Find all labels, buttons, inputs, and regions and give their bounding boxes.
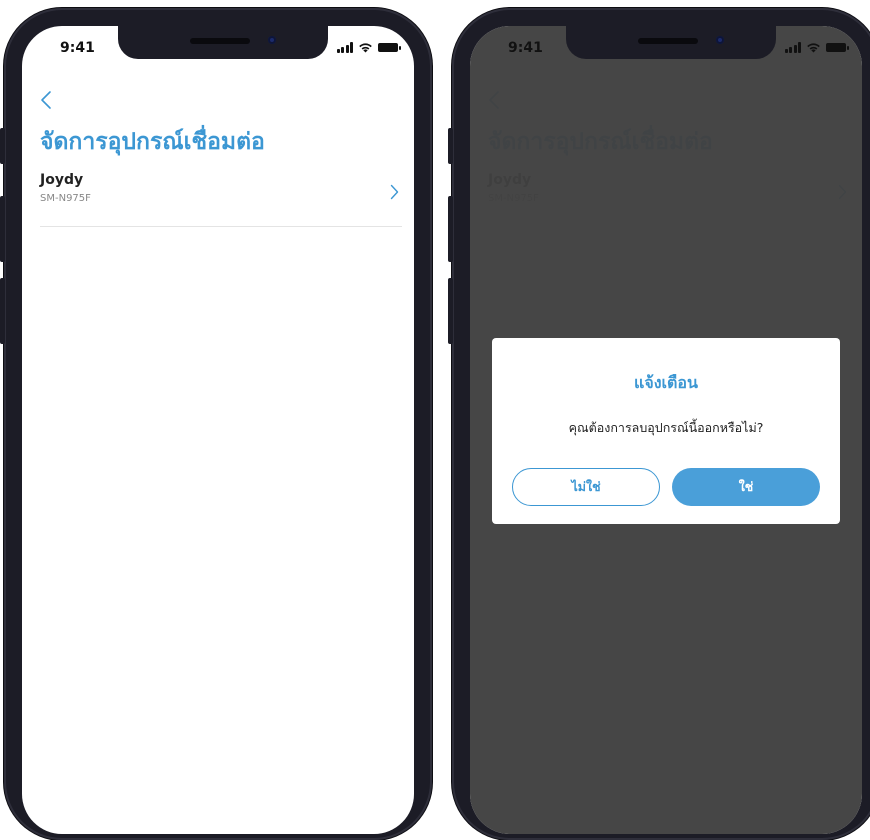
phone-left: 9:41 จัดการอุปกรณ์เชื่อมต่อ Joydy SM-N97…: [0, 8, 432, 840]
device-name: Joydy: [40, 172, 84, 188]
chevron-right-icon: [386, 182, 402, 202]
status-time: 9:41: [60, 40, 95, 56]
mute-switch: [448, 128, 453, 164]
device-row[interactable]: Joydy SM-N975F: [40, 168, 402, 227]
chevron-left-icon[interactable]: [34, 88, 58, 112]
cellular-signal-icon: [336, 41, 353, 53]
wifi-icon: [359, 42, 372, 52]
volume-up-button: [448, 196, 453, 262]
notch: [566, 26, 776, 59]
status-time: 9:41: [508, 40, 543, 56]
camera-icon: [268, 36, 276, 44]
mute-switch: [0, 128, 5, 164]
dialog-title: แจ้งเตือน: [634, 373, 698, 392]
yes-button[interactable]: ใช่: [672, 468, 820, 506]
speaker: [190, 38, 250, 44]
wifi-icon: [807, 42, 820, 52]
page-title: จัดการอุปกรณ์เชื่อมต่อ: [40, 129, 265, 155]
canvas: 9:41 จัดการอุปกรณ์เชื่อมต่อ Joydy SM-N97…: [0, 0, 870, 840]
device-model: SM-N975F: [40, 193, 91, 204]
dialog-message: คุณต้องการลบอุปกรณ์นี้ออกหรือไม่?: [568, 420, 764, 435]
volume-down-button: [0, 278, 5, 344]
camera-icon: [716, 36, 724, 44]
volume-down-button: [448, 278, 453, 344]
status-icons: [336, 40, 401, 54]
alert-dialog: แจ้งเตือน คุณต้องการลบอุปกรณ์นี้ออกหรือไ…: [492, 338, 840, 524]
screen: 9:41 จัดการอุปกรณ์เชื่อมต่อ Jo: [470, 26, 862, 834]
phone-right: 9:41 จัดการอุปกรณ์เชื่อมต่อ Jo: [448, 8, 870, 840]
status-icons: [784, 40, 849, 54]
volume-up-button: [0, 196, 5, 262]
speaker: [638, 38, 698, 44]
cellular-signal-icon: [784, 41, 801, 53]
battery-icon: [826, 42, 849, 52]
no-button[interactable]: ไม่ใช่: [512, 468, 660, 506]
battery-icon: [378, 42, 401, 52]
notch: [118, 26, 328, 59]
screen: 9:41 จัดการอุปกรณ์เชื่อมต่อ Jo: [22, 26, 414, 834]
